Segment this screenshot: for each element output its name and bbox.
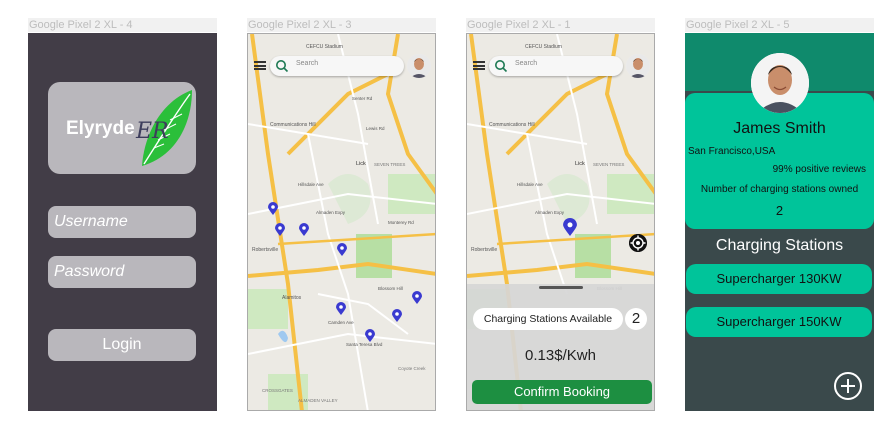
menu-icon[interactable] [473,61,485,70]
map-label-stadium: CEFCU Stadium [306,44,343,50]
user-avatar[interactable] [407,54,431,78]
profile-avatar [751,53,809,113]
search-placeholder: Search [515,60,538,67]
map-label-seven-trees: SEVEN TREES [374,162,405,167]
charging-stations-title: Charging Stations [715,237,844,254]
map-label-hillsdale: Hillsdale Ave [517,182,543,187]
stations-available-count: 2 [625,308,647,330]
map-label-robertsville: Robertsville [252,247,278,253]
map-pin-icon[interactable] [299,223,309,236]
map-pin-icon[interactable] [275,223,285,236]
stations-owned-count: 2 [775,203,784,218]
username-field[interactable]: Username [48,206,196,238]
map-label-robertsville: Robertsville [471,247,497,253]
frame-label-profile: Google Pixel 2 XL - 5 [685,18,874,32]
map-screen: CEFCU Stadium Communications Hill Hillsd… [247,33,436,411]
map-label-lick: Lick [575,161,585,167]
map-topbar: Search [248,52,435,80]
confirm-booking-button[interactable]: Confirm Booking [472,380,652,404]
app-logo-card: Elyryde ER [48,82,196,174]
map-label-hillsdale: Hillsdale Ave [298,182,324,187]
station-item[interactable]: Supercharger 150KW [686,307,872,337]
frame-label-booking: Google Pixel 2 XL - 1 [466,18,655,32]
map-label-communications-hill: Communications Hill [489,122,535,128]
menu-icon[interactable] [254,61,266,70]
map-topbar: Search [467,52,654,80]
map-label-santa-teresa: Santa Teresa Blvd [346,342,383,347]
map-pin-icon[interactable] [337,243,347,256]
search-bar[interactable]: Search [489,56,623,76]
map-label-blossom-hill: Blossom Hill [378,286,403,291]
map-label-camden: Camden Ave [328,320,354,325]
profile-reviews: 99% positive reviews [772,164,866,175]
login-button[interactable]: Login [48,329,196,361]
profile-location: San Francisco,USA [688,146,776,157]
map-label-monterey: Monterey Rd [388,220,414,225]
map-label-crossgates: CROSSGATES [262,388,293,393]
map-label-communications-hill: Communications Hill [270,122,316,128]
map-label-lick: Lick [356,161,366,167]
stations-owned-label: Number of charging stations owned [700,184,859,195]
frame-label-login: Google Pixel 2 XL - 4 [28,18,217,32]
logo-initials: ER [135,119,169,144]
map-pin-icon[interactable] [268,202,278,215]
map-label-lewis: Lewis Rd [366,126,385,131]
profile-name: James Smith [733,120,826,137]
search-icon [276,60,289,73]
search-bar[interactable]: Search [270,56,404,76]
map-label-coyote-creek: Coyote Creek [398,366,426,371]
add-station-icon[interactable] [834,372,862,400]
stations-available-label: Charging Stations Available [473,308,623,330]
map-label-stadium: CEFCU Stadium [525,44,562,50]
map-pin-icon[interactable] [365,329,375,342]
booking-sheet: Charging Stations Available 2 0.13$/Kwh … [467,284,654,410]
selected-station-pin-icon[interactable] [563,218,577,236]
sheet-handle[interactable] [539,286,583,289]
search-icon [495,60,508,73]
login-screen: Elyryde ER Username Password Login [28,33,217,411]
map-label-almaden-valley: ALMADEN VALLEY [298,398,338,403]
app-name: Elyryde [66,118,135,139]
map-pin-icon[interactable] [336,302,346,315]
password-field[interactable]: Password [48,256,196,288]
leaf-logo-icon: ER [135,90,192,166]
map-label-senter: Senter Rd [352,96,373,101]
map-pin-icon[interactable] [412,291,422,304]
map-label-seven-trees: SEVEN TREES [593,162,624,167]
user-avatar[interactable] [626,54,650,78]
search-placeholder: Search [296,60,319,67]
map-pin-icon[interactable] [392,309,402,322]
map-label-almaden-expy: Almaden Expy [316,210,346,215]
frame-label-map: Google Pixel 2 XL - 3 [247,18,436,32]
booking-screen: CEFCU Stadium Communications Hill Hillsd… [466,33,655,411]
map-label-alamitos: Alamitos [282,295,302,301]
profile-screen: James Smith San Francisco,USA 99% positi… [685,33,874,411]
station-item[interactable]: Supercharger 130KW [686,264,872,294]
price-label: 0.13$/Kwh [525,347,596,364]
map-label-almaden-expy: Almaden Expy [535,210,565,215]
my-location-icon[interactable] [629,234,647,252]
